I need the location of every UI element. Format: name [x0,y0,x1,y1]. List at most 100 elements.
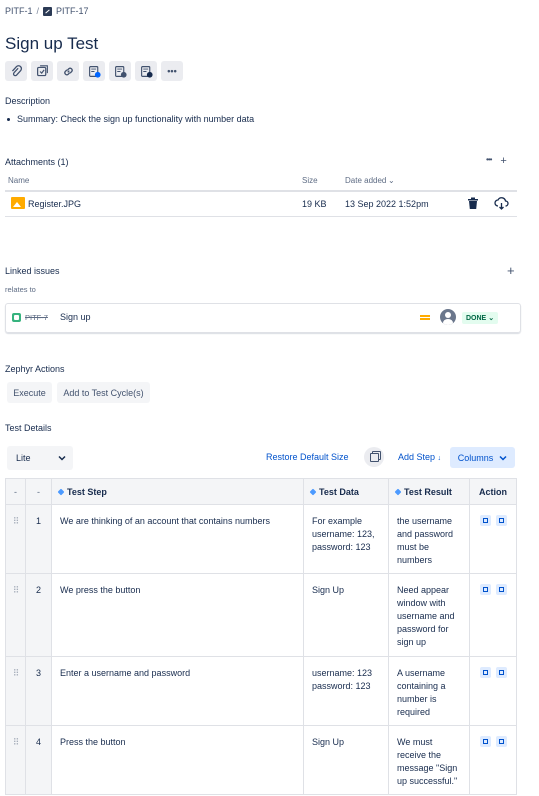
test-step-button[interactable] [109,61,131,81]
col-date[interactable]: Date added [345,176,386,185]
description-item: Summary: Check the sign up functionality… [7,114,254,124]
col-action: Action [469,478,517,505]
attachments-more-icon[interactable]: ••• [486,155,492,167]
table-row[interactable]: ⠿ 3 Enter a username and password userna… [5,656,517,726]
step-data[interactable]: username: 123 password: 123 [303,656,389,726]
test-run-icon [140,65,153,78]
delete-icon[interactable] [495,736,507,747]
step-text[interactable]: Press the button [51,725,304,795]
status-text: DONE [466,314,487,322]
step-number: 4 [25,725,52,795]
col-dash: - [25,478,52,505]
delete-icon[interactable] [495,667,507,678]
edit-icon [57,488,65,495]
step-text[interactable]: Enter a username and password [51,656,304,726]
avatar [440,309,456,325]
delete-icon[interactable] [495,584,507,595]
attachments-table-header: Name Size Date added ⌄ [5,176,517,192]
breadcrumb: PITF-1 / PITF-17 [5,6,89,16]
test-details-label: Test Details [5,423,52,433]
add-to-test-cycle-button[interactable]: Add to Test Cycle(s) [57,382,150,403]
restore-default-size-link[interactable]: Restore Default Size [266,452,349,462]
clone-icon[interactable] [479,736,491,747]
step-data[interactable]: For example username: 123, password: 123 [303,504,389,574]
subtask-icon [43,6,53,16]
drag-handle-icon[interactable]: ⠿ [5,504,26,574]
checklist-icon [36,64,48,76]
image-file-icon [11,197,25,209]
zephyr-actions-label: Zephyr Actions [5,364,65,374]
linked-issue-card[interactable]: PITF-7 Sign up DONE ⌄ [5,303,521,333]
attachment-row[interactable]: Register.JPG 19 KB 13 Sep 2022 1:52pm [5,192,517,217]
test-run-button[interactable] [135,61,157,81]
execute-button[interactable]: Execute [7,382,52,403]
drag-handle-icon[interactable]: ⠿ [5,573,26,657]
attachments-actions: ••• + [486,155,507,167]
clone-icon[interactable] [479,584,491,595]
step-actions [469,725,517,795]
add-step-label: Add Step [398,452,436,462]
columns-button[interactable]: Columns [450,447,515,468]
linked-issues-label: Linked issues [5,266,60,276]
edit-icon [394,488,402,495]
restore-size-button[interactable] [364,447,384,467]
add-link-icon[interactable]: + [507,263,515,278]
add-test-button[interactable] [83,61,105,81]
col-test-data[interactable]: Test Data [303,478,389,505]
view-mode-select[interactable]: Lite [7,446,73,470]
col-test-result[interactable]: Test Result [388,478,470,505]
col-test-step[interactable]: Test Step [51,478,304,505]
linked-issue-key[interactable]: PITF-7 [25,313,48,322]
col-dash: - [5,478,26,505]
step-result[interactable]: A username containing a number is requir… [388,656,470,726]
clone-icon[interactable] [479,515,491,526]
table-row[interactable]: ⠿ 2 We press the button Sign Up Need app… [5,573,517,657]
drag-handle-icon[interactable]: ⠿ [5,656,26,726]
priority-medium-icon [420,315,430,317]
table-row[interactable]: ⠿ 1 We are thinking of an account that c… [5,504,517,574]
bullet-icon [7,117,10,121]
attachments-add-icon[interactable]: + [500,155,506,167]
link-issue-button[interactable] [57,61,79,81]
columns-label: Columns [457,452,494,463]
test-steps-table: - - Test Step Test Data Test Result Acti… [5,478,517,795]
step-number: 3 [25,656,52,726]
test-step-icon [114,65,127,78]
step-actions [469,573,517,657]
attach-button[interactable] [5,61,27,81]
step-text[interactable]: We are thinking of an account that conta… [51,504,304,574]
delete-icon[interactable] [467,197,479,210]
delete-icon[interactable] [495,515,507,526]
step-result[interactable]: We must receive the message "Sign up suc… [388,725,470,795]
col-name[interactable]: Name [8,176,29,185]
step-data[interactable]: Sign Up [303,573,389,657]
breadcrumb-separator: / [36,6,40,16]
linked-issue-summary[interactable]: Sign up [60,312,91,322]
table-row[interactable]: ⠿ 4 Press the button Sign Up We must rec… [5,725,517,795]
breadcrumb-parent[interactable]: PITF-1 [5,6,33,16]
clone-icon[interactable] [479,667,491,678]
more-icon: ••• [167,66,177,76]
col-size[interactable]: Size [302,176,318,185]
chevron-down-icon: ⌄ [488,315,495,322]
page-title: Sign up Test [5,34,99,53]
step-text[interactable]: We press the button [51,573,304,657]
more-actions-button[interactable]: ••• [161,61,183,81]
description-summary: Summary: Check the sign up functionality… [17,114,255,124]
attachment-date: 13 Sep 2022 1:52pm [345,199,429,209]
add-step-button[interactable]: Add Step ↓ [398,452,441,462]
breadcrumb-current[interactable]: PITF-17 [56,6,89,16]
edit-icon [309,488,317,495]
issue-toolbar: ••• [5,61,183,81]
arrow-down-icon: ↓ [437,455,442,462]
step-result[interactable]: Need appear window with username and pas… [388,573,470,657]
download-icon[interactable] [494,197,509,210]
test-add-icon [88,65,101,78]
drag-handle-icon[interactable]: ⠿ [5,725,26,795]
step-result[interactable]: the username and password must be number… [388,504,470,574]
status-badge[interactable]: DONE ⌄ [462,312,499,324]
step-data[interactable]: Sign Up [303,725,389,795]
attachment-name[interactable]: Register.JPG [28,199,81,209]
story-icon [12,313,21,322]
add-checklist-button[interactable] [31,61,53,81]
